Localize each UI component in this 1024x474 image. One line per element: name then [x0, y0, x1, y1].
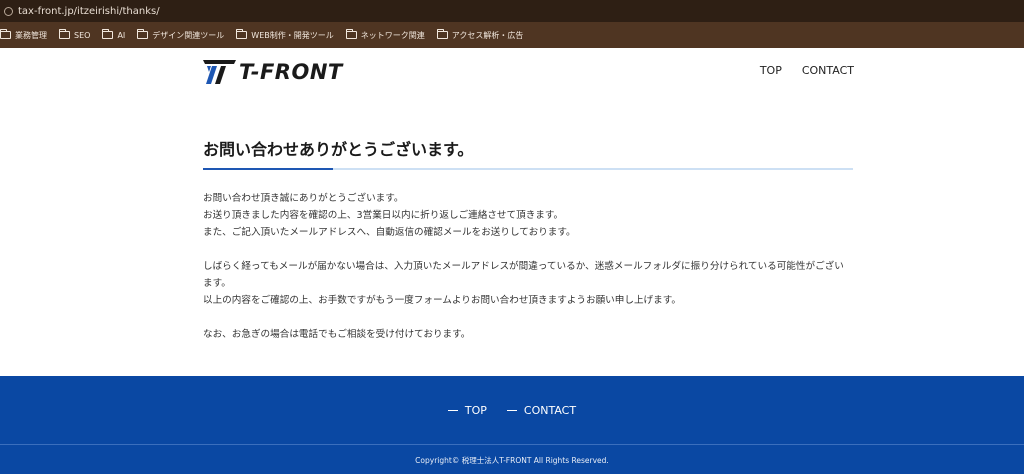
heading-underline-accent [203, 168, 333, 170]
bookmark-label: 業務管理 [15, 30, 47, 40]
bookmark-label: ネットワーク関連 [360, 30, 425, 40]
dash-icon [506, 410, 517, 411]
folder-icon [0, 29, 11, 39]
dash-icon [447, 410, 458, 411]
bookmarks-bar: 業務管理 SEO AI デザイン関連ツール WEB制作・開発ツール ネットワーク… [0, 22, 1024, 48]
message-paragraph: なお、お急ぎの場合は電話でもご相談を受け付けております。 [203, 326, 853, 343]
bookmark-label: デザイン関連ツール [152, 30, 225, 40]
footer-divider [0, 444, 1024, 445]
footer-nav: TOP CONTACT [0, 404, 1024, 417]
nav-link-contact[interactable]: CONTACT [802, 64, 854, 77]
folder-icon [137, 29, 149, 39]
footer-link-top[interactable]: TOP [447, 404, 487, 417]
header-nav: TOP CONTACT [740, 64, 854, 77]
folder-icon [345, 29, 357, 39]
footer-link-label: CONTACT [523, 404, 577, 417]
message-line: なお、お急ぎの場合は電話でもご相談を受け付けております。 [203, 329, 471, 340]
footer-link-label: TOP [464, 404, 487, 417]
footer-link-contact[interactable]: CONTACT [506, 404, 577, 417]
logo-mark-icon [203, 60, 236, 84]
copyright-text: Copyright© 税理士法人T-FRONT All Rights Reser… [415, 456, 609, 465]
folder-icon [436, 29, 448, 39]
site-info-icon[interactable] [4, 6, 13, 16]
message-paragraph: お問い合わせ頂き誠にありがとうございます。 お送り頂きました内容を確認の上、3営… [203, 190, 853, 241]
site-header: T-FRONT TOP CONTACT [0, 48, 1024, 98]
folder-icon [59, 29, 70, 39]
bookmark-label: SEO [74, 30, 91, 40]
main-content: お問い合わせありがとうございます。 お問い合わせ頂き誠にありがとうございます。 … [203, 136, 853, 360]
bookmark-folder[interactable]: ネットワーク関連 [345, 29, 425, 41]
bookmark-label: AI [117, 30, 126, 40]
bookmark-folder[interactable]: SEO [59, 29, 91, 40]
bookmark-label: WEB制作・開発ツール [251, 30, 334, 40]
message-line: 以上の内容をご確認の上、お手数ですがもう一度フォームよりお問い合わせ頂きますよう… [203, 295, 681, 306]
folder-icon [102, 29, 114, 39]
bookmark-label: アクセス解析・広告 [451, 30, 524, 40]
message-line: また、ご記入頂いたメールアドレスへ、自動返信の確認メールをお送りしております。 [203, 227, 576, 238]
bookmark-folder[interactable]: デザイン関連ツール [137, 29, 225, 41]
thanks-message: お問い合わせ頂き誠にありがとうございます。 お送り頂きました内容を確認の上、3営… [203, 190, 853, 343]
nav-link-top[interactable]: TOP [760, 64, 782, 77]
heading-underline [203, 168, 853, 170]
message-paragraph: しばらく経ってもメールが届かない場合は、入力頂いたメールアドレスが間違っているか… [203, 258, 853, 309]
message-line: お問い合わせ頂き誠にありがとうございます。 [203, 193, 404, 204]
site-logo[interactable]: T-FRONT [203, 60, 343, 84]
url-text[interactable]: tax-front.jp/itzeirishi/thanks/ [18, 6, 160, 17]
site-footer: TOP CONTACT Copyright© 税理士法人T-FRONT All … [0, 376, 1024, 474]
logo-text: T-FRONT [239, 60, 343, 84]
bookmark-folder[interactable]: アクセス解析・広告 [436, 29, 524, 41]
bookmark-folder[interactable]: AI [102, 29, 126, 40]
message-line: しばらく経ってもメールが届かない場合は、入力頂いたメールアドレスが間違っているか… [203, 261, 844, 289]
page-title: お問い合わせありがとうございます。 [203, 140, 474, 159]
bookmark-folder[interactable]: 業務管理 [0, 29, 47, 41]
address-bar[interactable]: tax-front.jp/itzeirishi/thanks/ [0, 0, 1024, 22]
message-line: お送り頂きました内容を確認の上、3営業日以内に折り返しご連絡させて頂きます。 [203, 210, 564, 221]
folder-icon [236, 29, 248, 39]
bookmark-folder[interactable]: WEB制作・開発ツール [236, 29, 334, 41]
